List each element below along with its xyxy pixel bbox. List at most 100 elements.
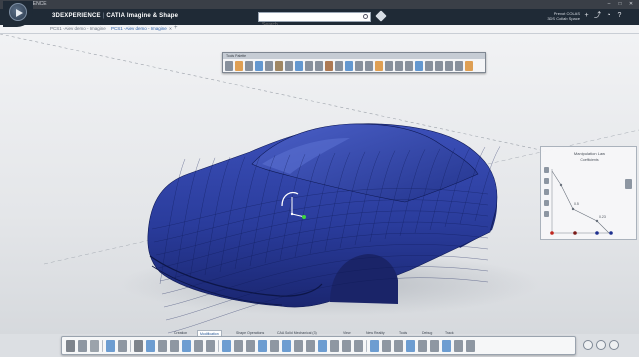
action-tool-icon[interactable]: [382, 340, 391, 352]
toolbar-tool-icon[interactable]: [305, 61, 313, 71]
law-handle-red[interactable]: [550, 231, 554, 235]
action-tool-icon[interactable]: [294, 340, 303, 352]
toolbar-tool-icon[interactable]: [315, 61, 323, 71]
toolbar-tool-icon[interactable]: [395, 61, 403, 71]
law-point-label: 0.5: [574, 202, 579, 206]
action-tool-icon[interactable]: [370, 340, 379, 352]
toolbar-tool-icon[interactable]: [365, 61, 373, 71]
floating-toolbar[interactable]: Tools Palette: [222, 52, 486, 73]
toolbar-tool-icon[interactable]: [415, 61, 423, 71]
toolbar-tool-icon[interactable]: [405, 61, 413, 71]
toolbar-tool-icon[interactable]: [455, 61, 463, 71]
law-graph[interactable]: 0.5 0.23: [541, 147, 638, 241]
toolbar-tool-icon[interactable]: [425, 61, 433, 71]
action-tool-icon[interactable]: [318, 340, 327, 352]
product-name: CATIA Imagine & Shape: [106, 13, 179, 19]
add-tab-button[interactable]: +: [174, 25, 178, 31]
toolbar-tool-icon[interactable]: [465, 61, 473, 71]
toolbar-tool-icon[interactable]: [355, 61, 363, 71]
action-tool-icon[interactable]: [354, 340, 363, 352]
toolbar-tool-icon[interactable]: [285, 61, 293, 71]
tab-document-2[interactable]: PCS1 -Aiev demo - Imagine ✕: [111, 26, 172, 31]
law-handle-blue[interactable]: [609, 231, 613, 235]
action-tool-icon[interactable]: [330, 340, 339, 352]
law-point[interactable]: [595, 219, 599, 223]
action-tool-icon[interactable]: [206, 340, 215, 352]
action-tool-icon[interactable]: [158, 340, 167, 352]
toolbar-tool-icon[interactable]: [445, 61, 453, 71]
action-tool-icon[interactable]: [406, 340, 415, 352]
toolbar-tool-icon[interactable]: [235, 61, 243, 71]
action-bar-icons: [66, 340, 475, 352]
communicate-icon[interactable]: ◔: [605, 12, 612, 20]
action-tool-icon[interactable]: [222, 340, 231, 352]
toolbar-tool-icon[interactable]: [375, 61, 383, 71]
action-tool-icon[interactable]: [306, 340, 315, 352]
toolbar-icons: [225, 61, 473, 71]
toolbar-tool-icon[interactable]: [435, 61, 443, 71]
close-icon[interactable]: ✕: [169, 26, 172, 31]
action-tool-icon[interactable]: [454, 340, 463, 352]
action-tool-icon[interactable]: [270, 340, 279, 352]
window-titlebar: 3DEXPERIENCE – □ ✕: [0, 0, 639, 9]
action-tool-icon[interactable]: [78, 340, 87, 352]
action-tool-icon[interactable]: [342, 340, 351, 352]
view-render-icon[interactable]: [609, 340, 619, 350]
law-point[interactable]: [571, 207, 575, 211]
tab-label: PCS1 -Aiev demo - Imagine: [111, 26, 167, 31]
collab-space: 3DS Collab Space: [547, 16, 580, 21]
law-handle-blue[interactable]: [595, 231, 599, 235]
manipulation-law-panel[interactable]: Manipulation Law Coefficients 0.5 0.23: [540, 146, 637, 240]
toolbar-tool-icon[interactable]: [245, 61, 253, 71]
tab-document-1[interactable]: PCS1 -Aiev demo - Imagine: [50, 26, 106, 31]
action-tool-icon[interactable]: [466, 340, 475, 352]
close-button[interactable]: ✕: [627, 1, 635, 7]
toolbar-tool-icon[interactable]: [385, 61, 393, 71]
toolbar-tool-icon[interactable]: [295, 61, 303, 71]
action-tool-icon[interactable]: [430, 340, 439, 352]
help-icon[interactable]: ?: [616, 12, 623, 20]
action-tool-icon[interactable]: [282, 340, 291, 352]
action-tool-icon[interactable]: [146, 340, 155, 352]
search-field[interactable]: [258, 12, 371, 29]
toolbar-tool-icon[interactable]: [345, 61, 353, 71]
tag-icon[interactable]: [375, 10, 387, 22]
action-tool-icon[interactable]: [418, 340, 427, 352]
action-tool-icon[interactable]: [90, 340, 99, 352]
action-tool-icon[interactable]: [194, 340, 203, 352]
top-bar: 3DEXPERIENCE|CATIA Imagine & Shape Prevo…: [0, 9, 639, 29]
toolbar-separator: [130, 340, 131, 352]
toolbar-separator: [366, 340, 367, 352]
toolbar-tool-icon[interactable]: [275, 61, 283, 71]
maximize-button[interactable]: □: [616, 1, 624, 7]
action-tool-icon[interactable]: [106, 340, 115, 352]
action-tool-icon[interactable]: [258, 340, 267, 352]
toolbar-tool-icon[interactable]: [265, 61, 273, 71]
window-controls: – □ ✕: [605, 1, 635, 7]
toolbar-tool-icon[interactable]: [225, 61, 233, 71]
toolbar-separator: [102, 340, 103, 352]
action-tool-icon[interactable]: [66, 340, 75, 352]
action-tool-icon[interactable]: [118, 340, 127, 352]
search-icon[interactable]: [363, 14, 368, 19]
action-tool-icon[interactable]: [442, 340, 451, 352]
view-fit-icon[interactable]: [596, 340, 606, 350]
toolbar-tool-icon[interactable]: [255, 61, 263, 71]
action-tool-icon[interactable]: [394, 340, 403, 352]
view-orientation-icon[interactable]: [583, 340, 593, 350]
law-point[interactable]: [559, 183, 563, 187]
action-tool-icon[interactable]: [246, 340, 255, 352]
action-tool-icon[interactable]: [134, 340, 143, 352]
toolbar-tool-icon[interactable]: [335, 61, 343, 71]
user-block[interactable]: Prevot COLAS 3DS Collab Space: [540, 11, 580, 21]
action-bar[interactable]: [61, 336, 576, 355]
action-tool-icon[interactable]: [170, 340, 179, 352]
plus-icon[interactable]: +: [583, 12, 590, 20]
share-icon[interactable]: ⤴: [594, 12, 601, 20]
action-tool-icon[interactable]: [182, 340, 191, 352]
compass-icon[interactable]: [9, 3, 27, 21]
law-handle-dark[interactable]: [573, 231, 577, 235]
minimize-button[interactable]: –: [605, 1, 613, 7]
action-tool-icon[interactable]: [234, 340, 243, 352]
toolbar-tool-icon[interactable]: [325, 61, 333, 71]
